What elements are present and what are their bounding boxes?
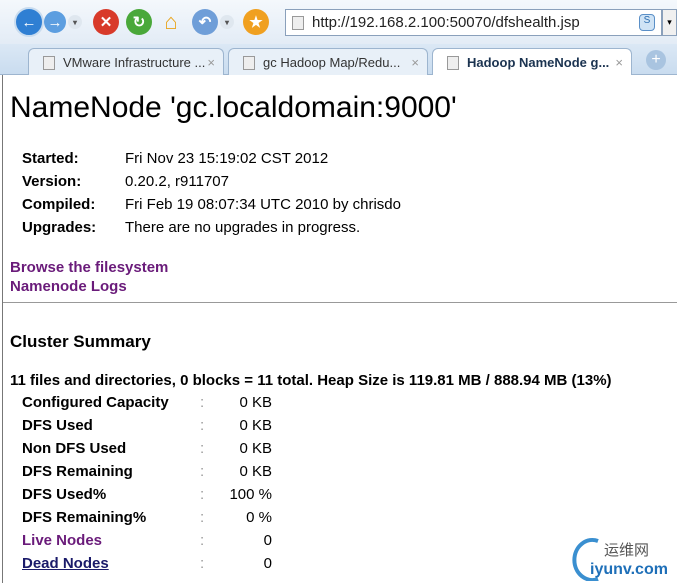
row-dfs-remaining-percent: DFS Remaining%:0 % [22, 509, 272, 526]
row-non-dfs-used: Non DFS Used:0 KB [22, 440, 272, 457]
watermark-logo: 运维网 iyunv.com [572, 537, 672, 581]
row-live-nodes: Live Nodes:0 [22, 532, 272, 549]
refresh-button[interactable]: ↻ [126, 9, 152, 35]
row-dfs-used: DFS Used:0 KB [22, 417, 272, 434]
window-border [2, 75, 3, 583]
shield-icon[interactable]: S [639, 14, 655, 31]
summary-line: 11 files and directories, 0 blocks = 11 … [10, 372, 612, 389]
home-button[interactable]: ⌂ [158, 9, 184, 35]
row-configured-capacity: Configured Capacity:0 KB [22, 394, 272, 411]
url-text: http://192.168.2.100:50070/dfshealth.jsp [312, 14, 580, 31]
favorites-button[interactable]: ★ [243, 9, 269, 35]
tab-namenode[interactable]: Hadoop NameNode g... × [432, 48, 632, 75]
tab-vmware[interactable]: VMware Infrastructure ... × [28, 48, 224, 75]
cluster-summary-heading: Cluster Summary [10, 332, 151, 351]
stop-button[interactable]: ✕ [93, 9, 119, 35]
divider [3, 302, 677, 303]
tab-mapreduce[interactable]: gc Hadoop Map/Redu... × [228, 48, 428, 75]
close-tab-icon[interactable]: × [615, 55, 623, 70]
history-dropdown-icon[interactable]: ▾ [68, 15, 82, 29]
page-icon [292, 16, 304, 30]
close-tab-icon[interactable]: × [411, 55, 419, 70]
undo-dropdown-icon[interactable]: ▾ [220, 15, 234, 29]
page-title: NameNode 'gc.localdomain:9000' [10, 91, 457, 124]
address-bar[interactable]: http://192.168.2.100:50070/dfshealth.jsp… [285, 9, 662, 36]
tab-bar: VMware Infrastructure ... × gc Hadoop Map… [0, 44, 677, 75]
browse-filesystem-link[interactable]: Browse the filesystem [10, 259, 168, 276]
dead-nodes-link[interactable]: Dead Nodes [22, 555, 109, 572]
forward-button[interactable]: → [44, 11, 66, 33]
row-dfs-used-percent: DFS Used%:100 % [22, 486, 272, 503]
page-icon [43, 56, 55, 70]
page-icon [447, 56, 459, 70]
back-button[interactable]: ← [14, 7, 44, 37]
namenode-logs-link[interactable]: Namenode Logs [10, 278, 127, 295]
undo-button[interactable]: ↶ [192, 9, 218, 35]
close-tab-icon[interactable]: × [207, 55, 215, 70]
page-icon [243, 56, 255, 70]
row-dfs-remaining: DFS Remaining:0 KB [22, 463, 272, 480]
new-tab-button[interactable]: + [646, 50, 666, 70]
browser-toolbar: ← → ▾ ✕ ↻ ⌂ ↶ ▾ ★ http://192.168.2.100:5… [0, 0, 677, 44]
row-dead-nodes: Dead Nodes:0 [22, 555, 272, 572]
live-nodes-link[interactable]: Live Nodes [22, 532, 102, 549]
address-dropdown-icon[interactable]: ▾ [662, 9, 677, 36]
